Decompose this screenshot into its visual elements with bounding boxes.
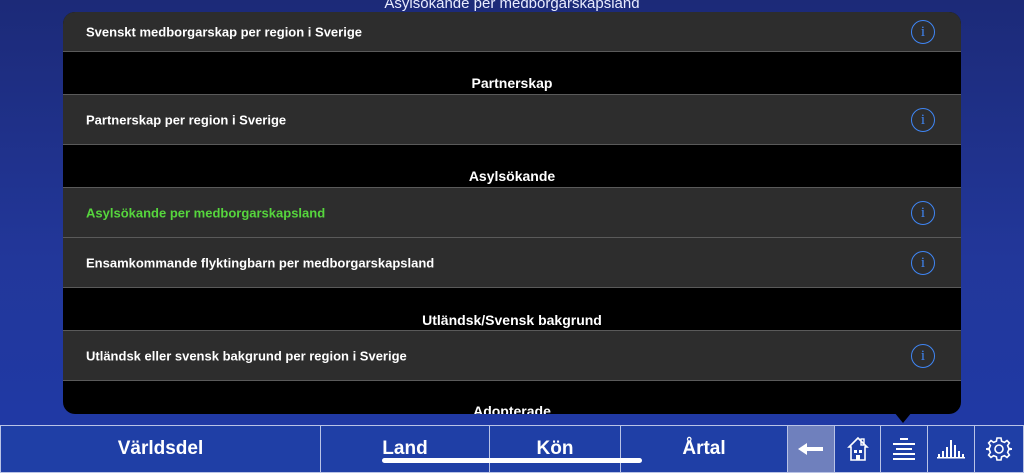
- list-item-label: Partnerskap per region i Sverige: [86, 112, 287, 127]
- settings-button[interactable]: [974, 425, 1024, 473]
- segment-land[interactable]: Land: [320, 425, 490, 473]
- section-header-bakgrund: Utländsk/Svensk bakgrund: [422, 312, 602, 328]
- section-header-adopterade: Adopterade: [473, 403, 551, 414]
- segment-kon[interactable]: Kön: [489, 425, 621, 473]
- info-icon[interactable]: i: [911, 200, 935, 225]
- list-item-label: Svenskt medborgarskap per region i Sveri…: [86, 24, 362, 39]
- back-button[interactable]: [787, 425, 835, 473]
- background-page-title: Asylsökande per medborgarskapsland: [384, 0, 640, 12]
- popover-pointer: [894, 412, 912, 423]
- segment-varldsdel[interactable]: Världsdel: [0, 425, 321, 473]
- gear-icon: [986, 437, 1012, 461]
- list-item-label: Utländsk eller svensk bakgrund per regio…: [86, 348, 407, 363]
- list-icon: [893, 438, 915, 460]
- list-item-label: Asylsökande per medborgarskapsland: [86, 205, 326, 220]
- info-icon[interactable]: i: [911, 343, 935, 368]
- info-icon[interactable]: i: [911, 19, 935, 44]
- list-item[interactable]: Svenskt medborgarskap per region i Sveri…: [63, 12, 961, 52]
- info-icon[interactable]: i: [911, 107, 935, 132]
- list-item[interactable]: Ensamkommande flyktingbarn per medborgar…: [63, 238, 961, 288]
- info-icon[interactable]: i: [911, 250, 935, 275]
- section-header-asylsokande: Asylsökande: [468, 168, 556, 184]
- bar-chart-icon: [937, 440, 965, 459]
- house-icon: [846, 436, 869, 461]
- data-selection-popover: Svenskt medborgarskap per region i Sveri…: [63, 12, 961, 414]
- list-item[interactable]: Utländsk eller svensk bakgrund per regio…: [63, 330, 961, 381]
- list-button[interactable]: [880, 425, 928, 473]
- section-header-partnerskap: Partnerskap: [471, 75, 553, 91]
- home-button[interactable]: [834, 425, 881, 473]
- list-item-label: Ensamkommande flyktingbarn per medborgar…: [86, 255, 435, 270]
- chart-button[interactable]: [927, 425, 975, 473]
- home-indicator[interactable]: [382, 458, 642, 463]
- list-item-selected[interactable]: Asylsökande per medborgarskapsland i: [63, 187, 961, 238]
- bottom-toolbar: Världsdel Land Kön Årtal: [0, 425, 1024, 473]
- back-arrow-icon: [798, 443, 823, 455]
- list-item[interactable]: Partnerskap per region i Sverige i: [63, 94, 961, 145]
- segment-artal[interactable]: Årtal: [620, 425, 788, 473]
